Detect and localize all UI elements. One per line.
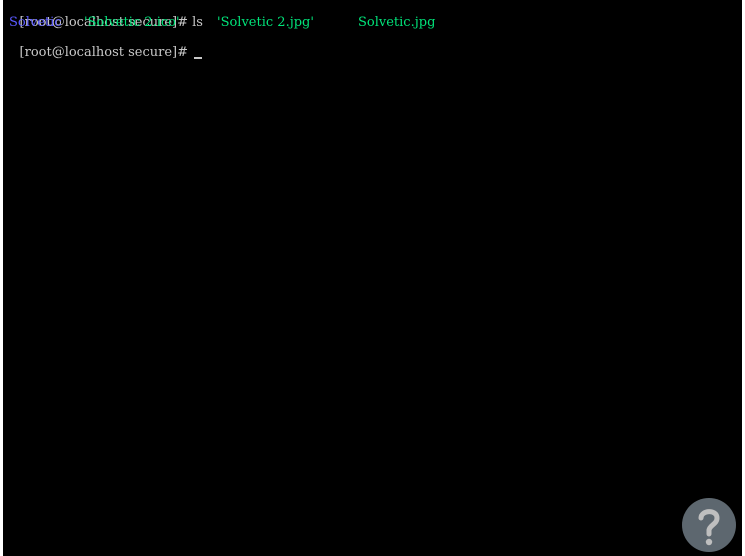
ls-output-line: Solvetic 'Solvetic 2.ico' 'Solvetic 2.jp… — [3, 15, 435, 30]
question-mark-icon — [698, 509, 720, 546]
file-entry: Solvetic.jpg — [358, 15, 436, 30]
watermark-logo — [682, 498, 736, 552]
command-line: [root@localhost secure]# ls — [3, 0, 203, 30]
active-prompt-line[interactable]: [root@localhost secure]# — [3, 30, 202, 60]
file-entry: 'Solvetic 2.ico' — [84, 15, 180, 30]
file-entry: 'Solvetic 2.jpg' — [217, 15, 314, 30]
directory-entry: Solvetic — [9, 15, 62, 30]
text-cursor — [194, 57, 202, 59]
command-text: ls — [192, 15, 203, 30]
terminal-window[interactable]: [root@localhost secure]# ls Solvetic 'So… — [3, 0, 742, 556]
shell-prompt: [root@localhost secure]# — [19, 45, 188, 60]
